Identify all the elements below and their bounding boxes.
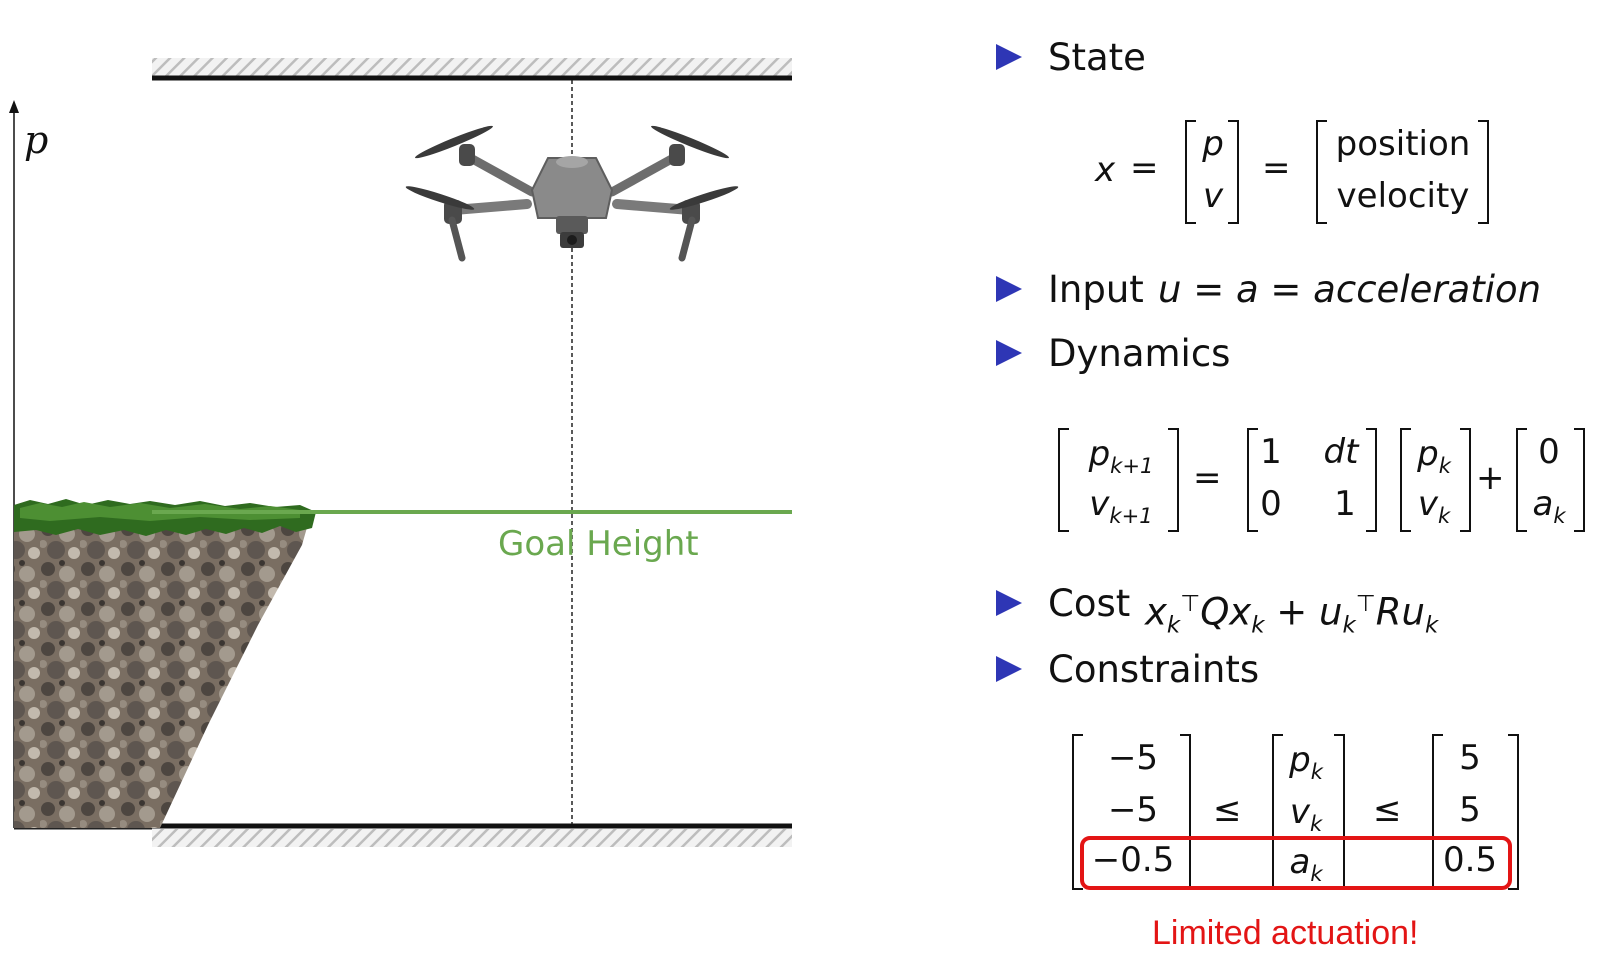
cost-math: xk⊤Qxk + uk⊤Ruk	[1145, 590, 1439, 639]
bracket-right	[1168, 428, 1179, 532]
mid-p: pk	[1289, 740, 1323, 784]
lower-2: −5	[1107, 790, 1159, 830]
bracket-right	[1574, 428, 1585, 532]
axis-label-p: p	[24, 118, 49, 162]
state-vec-v: v	[1202, 176, 1224, 216]
input-math: u = a = acceleration	[1158, 268, 1542, 311]
dyn-lhs-v: vk+1	[1089, 484, 1153, 528]
floor-hatch	[152, 829, 792, 847]
ceiling-hatch	[152, 58, 792, 76]
equals-sign: =	[1193, 458, 1222, 498]
item-state: State	[1048, 36, 1146, 79]
bracket-right	[1366, 428, 1377, 532]
bracket-right	[1460, 428, 1471, 532]
x-p: pk	[1417, 434, 1451, 478]
limited-actuation-callout: Limited actuation!	[1152, 914, 1419, 952]
plus-sign: +	[1476, 458, 1505, 498]
bullet-icon	[996, 340, 1022, 366]
bracket-left	[1316, 120, 1327, 224]
state-named-position: position	[1335, 124, 1471, 164]
bracket-right	[1228, 120, 1239, 224]
actuation-highlight-box	[1080, 836, 1512, 890]
dyn-lhs-p: pk+1	[1088, 434, 1154, 478]
upper-2: 5	[1459, 790, 1481, 830]
equals-sign: =	[1262, 148, 1291, 188]
x-v: vk	[1417, 484, 1451, 528]
B-1: 0	[1538, 432, 1560, 472]
axis-arrowhead	[9, 100, 19, 113]
goal-height-label: Goal Height	[498, 524, 699, 564]
A-12: dt	[1323, 432, 1359, 472]
lower-1: −5	[1107, 738, 1159, 778]
A-22: 1	[1334, 484, 1356, 524]
B-2: ak	[1532, 484, 1566, 528]
upper-1: 5	[1459, 738, 1481, 778]
cliff	[14, 510, 312, 828]
bracket-left	[1185, 120, 1196, 224]
item-dynamics: Dynamics	[1048, 332, 1231, 375]
item-input: Input	[1048, 268, 1144, 311]
A-21: 0	[1260, 484, 1282, 524]
state-vec-p: p	[1202, 124, 1224, 164]
bullet-icon	[996, 656, 1022, 682]
equals-sign: =	[1130, 148, 1159, 188]
drone	[405, 125, 739, 262]
item-constraints: Constraints	[1048, 648, 1260, 691]
item-cost: Cost	[1048, 582, 1131, 625]
leq-sign: ≤	[1213, 790, 1242, 830]
bullet-icon	[996, 44, 1022, 70]
state-lhs: x	[1095, 150, 1116, 190]
leq-sign: ≤	[1373, 790, 1402, 830]
bracket-right	[1478, 120, 1489, 224]
bullet-icon	[996, 590, 1022, 616]
state-named-velocity: velocity	[1336, 176, 1470, 216]
bullet-icon	[996, 276, 1022, 302]
A-11: 1	[1260, 432, 1282, 472]
